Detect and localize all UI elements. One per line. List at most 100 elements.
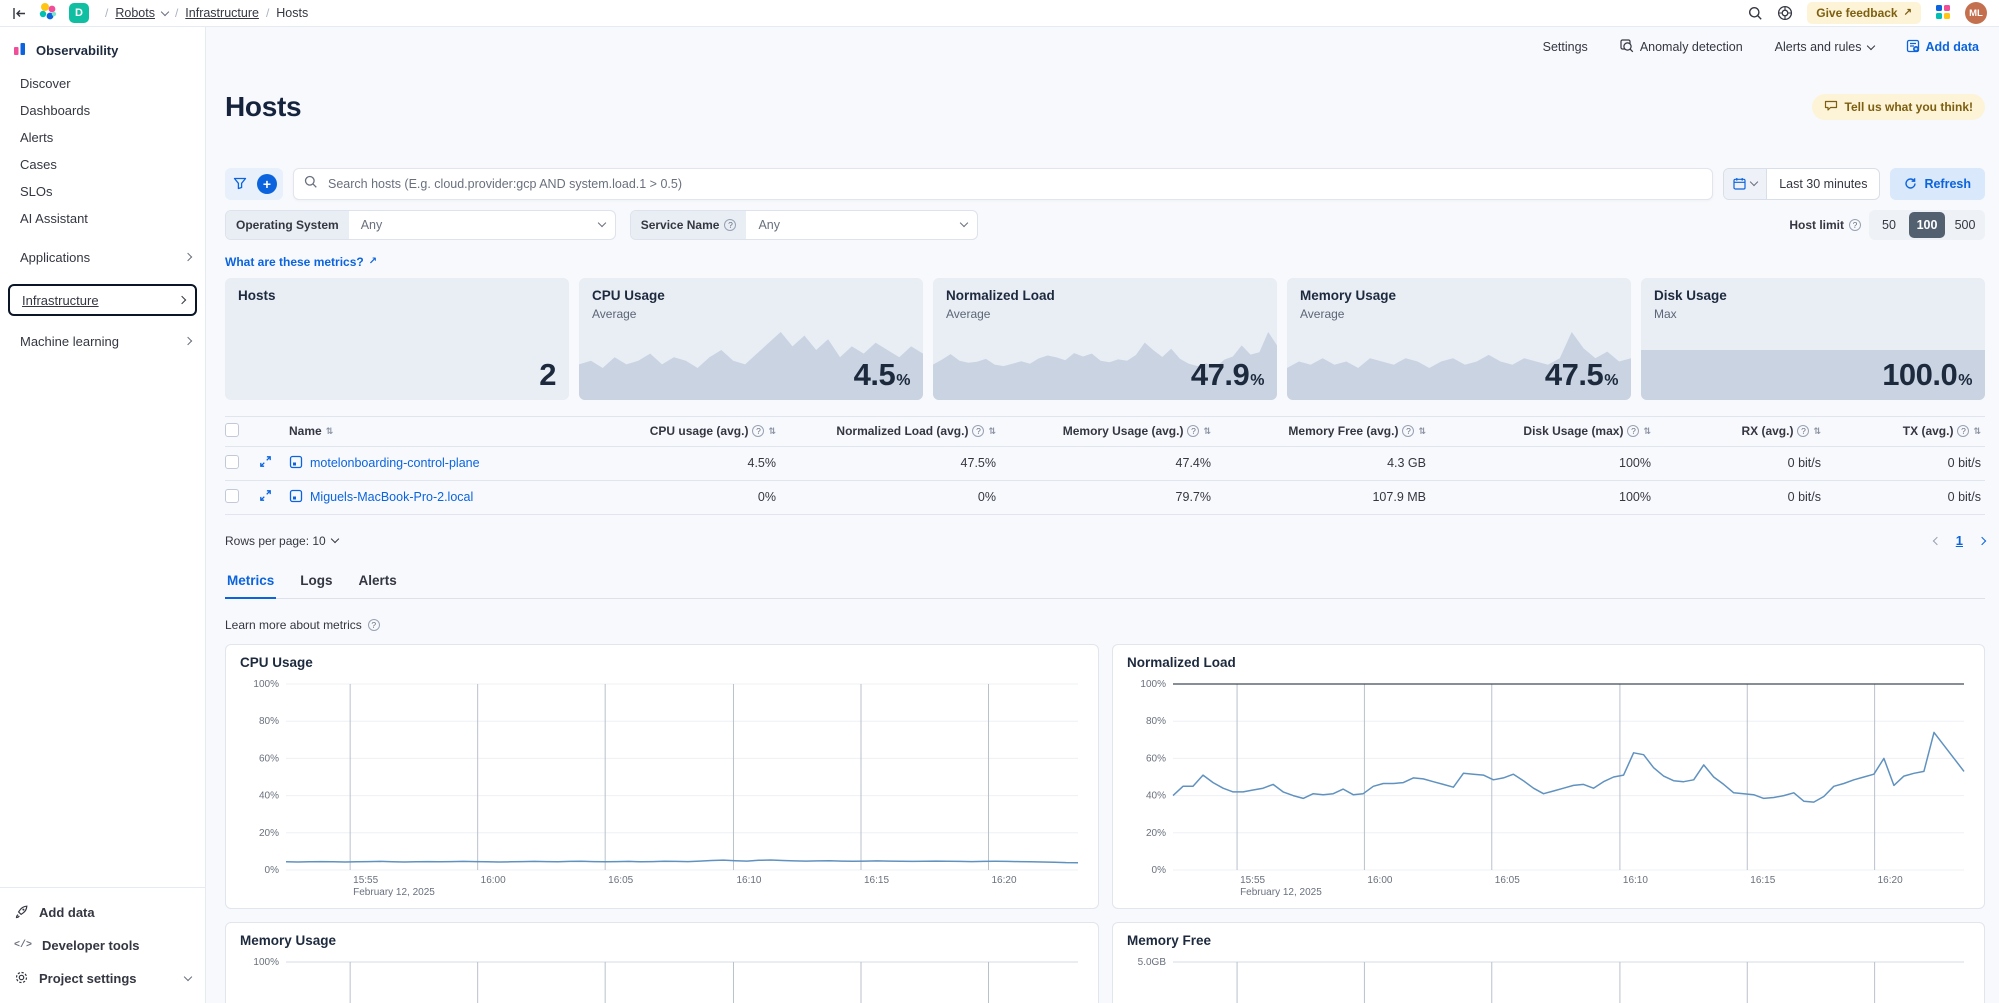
alerts-and-rules-button[interactable]: Alerts and rules [1769,39,1880,55]
info-icon[interactable] [1957,425,1969,437]
page-1-button[interactable]: 1 [1956,533,1963,548]
info-icon[interactable] [1402,425,1414,437]
sidebar-group-machine-learning[interactable]: Machine learning [0,326,205,356]
svg-text:60%: 60% [259,753,279,764]
sidebar-group-infrastructure[interactable]: Infrastructure [8,284,197,316]
svg-text:60%: 60% [1146,753,1166,764]
info-icon[interactable] [724,219,736,231]
sort-icon[interactable] [1643,426,1651,437]
chart-title: Normalized Load [1127,655,1970,670]
sort-icon[interactable] [768,426,776,437]
refresh-button[interactable]: Refresh [1890,168,1985,200]
tab-metrics[interactable]: Metrics [225,567,276,599]
elastic-logo-icon[interactable] [37,2,59,25]
project-badge[interactable]: D [69,3,89,23]
calendar-icon[interactable] [1724,169,1767,199]
chevron-right-icon [184,337,192,345]
sort-icon[interactable] [1418,426,1426,437]
help-icon[interactable] [1777,5,1793,21]
apps-grid-icon[interactable] [1935,4,1951,23]
tab-logs[interactable]: Logs [298,567,334,599]
column-memory-free[interactable]: Memory Free (avg.) [1215,424,1430,438]
operating-system-select[interactable]: Operating System Any [225,210,616,240]
kpi-subtitle: Max [1654,307,1677,321]
sort-icon[interactable] [1973,426,1981,437]
avatar[interactable]: ML [1965,2,1987,24]
column-tx[interactable]: TX (avg.) [1825,424,1985,438]
cpu-usage-chart[interactable]: 0%20%40%60%80%100%15:55February 12, 2025… [240,674,1084,902]
kpi-memory-usage[interactable]: Memory Usage Average 47.5% [1287,278,1631,400]
select-all-checkbox[interactable] [225,423,239,437]
service-name-select[interactable]: Service Name Any [630,210,979,240]
tab-alerts[interactable]: Alerts [357,567,399,599]
collapse-nav-icon[interactable] [12,7,27,20]
sort-icon[interactable] [1813,426,1821,437]
memory-free-cell: 4.3 GB [1215,456,1430,470]
info-icon[interactable] [1797,425,1809,437]
info-icon[interactable] [1627,425,1639,437]
search-input[interactable] [326,176,1702,192]
normalized-load-chart[interactable]: 0%20%40%60%80%100%15:55February 12, 2025… [1127,674,1970,902]
column-disk-usage[interactable]: Disk Usage (max) [1430,424,1655,438]
svg-text:16:05: 16:05 [608,875,633,886]
host-name-link[interactable]: Miguels-MacBook-Pro-2.local [310,490,473,504]
time-range-button[interactable]: Last 30 minutes [1767,177,1879,191]
sort-icon[interactable] [1203,426,1211,437]
anomaly-detection-button[interactable]: Anomaly detection [1614,38,1749,57]
sidebar-item-dashboards[interactable]: Dashboards [0,97,205,124]
sidebar-item-ai-assistant[interactable]: AI Assistant [0,205,205,232]
sort-icon[interactable] [326,426,334,437]
search-icon[interactable] [1748,6,1763,21]
next-page-icon[interactable] [1979,538,1985,544]
host-limit-100-button[interactable]: 100 [1909,212,1945,238]
sidebar-developer-tools[interactable]: </> Developer tools [0,929,205,962]
memory-free-chart[interactable]: 5.0GB [1127,952,1970,1003]
cpu-cell: 4.5% [605,456,780,470]
expand-row-icon[interactable] [259,455,289,471]
info-icon[interactable] [1849,219,1861,231]
kpi-disk-usage[interactable]: Disk Usage Max 100.0% [1641,278,1985,400]
column-memory-usage[interactable]: Memory Usage (avg.) [1000,424,1215,438]
learn-more-metrics-link[interactable]: Learn more about metrics [225,618,380,632]
kpi-cpu-usage[interactable]: CPU Usage Average 4.5% [579,278,923,400]
breadcrumb-infrastructure[interactable]: Infrastructure [185,6,259,20]
column-normalized-load[interactable]: Normalized Load (avg.) [780,424,1000,438]
chevron-down-icon[interactable] [161,7,169,15]
info-icon[interactable] [752,425,764,437]
info-icon[interactable] [1187,425,1199,437]
sidebar-item-slos[interactable]: SLOs [0,178,205,205]
info-icon[interactable] [972,425,984,437]
host-limit-500-button[interactable]: 500 [1947,212,1983,238]
host-name-link[interactable]: motelonboarding-control-plane [310,456,480,470]
column-cpu-usage[interactable]: CPU usage (avg.) [605,424,780,438]
memory-usage-chart[interactable]: 100% [240,952,1084,1003]
row-checkbox[interactable] [225,455,239,469]
host-limit-50-button[interactable]: 50 [1871,212,1907,238]
add-filter-button[interactable]: + [257,174,277,194]
give-feedback-button[interactable]: Give feedback [1807,2,1921,24]
kpi-normalized-load[interactable]: Normalized Load Average 47.9% [933,278,1277,400]
column-name[interactable]: Name [289,424,605,438]
add-data-button[interactable]: Add data [1900,38,1985,57]
sidebar-add-data[interactable]: Add data [0,896,205,929]
column-rx[interactable]: RX (avg.) [1655,424,1825,438]
rx-cell: 0 bit/s [1655,490,1825,504]
tell-us-feedback-button[interactable]: Tell us what you think! [1812,94,1985,120]
sidebar-item-cases[interactable]: Cases [0,151,205,178]
sort-icon[interactable] [988,426,996,437]
filter-funnel-icon[interactable] [231,175,249,192]
previous-page-icon[interactable] [1934,538,1940,544]
sidebar-item-alerts[interactable]: Alerts [0,124,205,151]
row-checkbox[interactable] [225,489,239,503]
kpi-value: 2 [539,357,556,393]
sidebar-item-discover[interactable]: Discover [0,70,205,97]
expand-row-icon[interactable] [259,489,289,505]
settings-button[interactable]: Settings [1537,39,1594,55]
rows-per-page-button[interactable]: Rows per page: 10 [225,534,338,548]
sidebar-project-settings[interactable]: Project settings [0,962,205,995]
breadcrumb-robots[interactable]: Robots [115,6,155,20]
what-are-these-metrics-link[interactable]: What are these metrics? [225,255,377,269]
sidebar-group-applications[interactable]: Applications [0,242,205,272]
sidebar-footer-label: Add data [39,905,95,920]
kpi-hosts[interactable]: Hosts 2 [225,278,569,400]
